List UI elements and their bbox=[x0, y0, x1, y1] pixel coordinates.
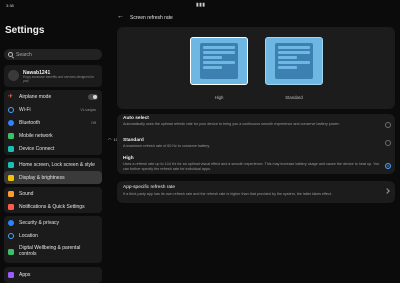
radio-auto-select[interactable] bbox=[385, 122, 391, 128]
radio-standard[interactable] bbox=[385, 140, 391, 146]
option-standard[interactable]: Standard A maximum refresh rate of 60 Hz… bbox=[123, 138, 385, 149]
sidebar-item-display-brightness[interactable]: Display & brightness bbox=[4, 171, 102, 184]
option-description: Uses a refresh rate up to 144 Hz for an … bbox=[123, 162, 380, 171]
sidebar-item-label: Home screen, Lock screen & style bbox=[19, 161, 95, 168]
sidebar-item-sound[interactable]: Sound bbox=[4, 187, 102, 200]
search-placeholder: Search bbox=[16, 51, 32, 58]
settings-sidebar: Settings Search Nawab1241 Enjoy exclusiv… bbox=[0, 10, 104, 283]
bluetooth-value: Off bbox=[91, 120, 96, 125]
notifications-icon bbox=[8, 203, 14, 210]
back-arrow-icon[interactable]: ← bbox=[117, 13, 124, 20]
high-preview-image[interactable] bbox=[190, 37, 248, 85]
radio-high-selected[interactable] bbox=[385, 163, 391, 169]
app-specific-title: App-specific refresh rate bbox=[123, 185, 175, 190]
app-specific-refresh-rate[interactable]: App-specific refresh rate If a third-par… bbox=[117, 181, 395, 203]
sidebar-item-bluetooth[interactable]: Bluetooth Off bbox=[4, 116, 102, 129]
status-bar: 3:38 ▮ ▮ ▮ ◠ 100% bbox=[0, 0, 400, 142]
sidebar-item-home-screen[interactable]: Home screen, Lock screen & style bbox=[4, 158, 102, 171]
sidebar-item-wifi[interactable]: Wi-Fi VI-vasjas bbox=[4, 103, 102, 116]
sidebar-item-device-connect[interactable]: Device Connect bbox=[4, 142, 102, 155]
sidebar-item-digital-wellbeing[interactable]: Digital Wellbeing & parental controls bbox=[4, 242, 102, 262]
option-title: Auto select bbox=[123, 116, 149, 121]
option-auto-select[interactable]: Auto select Automatically uses the optim… bbox=[123, 116, 385, 127]
account-subtitle: Enjoy exclusive benefits and services de… bbox=[23, 75, 95, 83]
device-connect-icon bbox=[8, 145, 14, 152]
sidebar-item-label: Security & privacy bbox=[19, 219, 60, 226]
chevron-right-icon bbox=[384, 188, 390, 194]
mobile-network-icon bbox=[8, 132, 14, 139]
option-title: High bbox=[123, 156, 134, 161]
sidebar-item-airplane-mode[interactable]: ✈ Airplane mode bbox=[4, 90, 102, 103]
sidebar-item-security[interactable]: Security & privacy bbox=[4, 216, 102, 229]
sidebar-item-label: Mobile network bbox=[19, 132, 53, 139]
apps-icon bbox=[8, 271, 14, 278]
home-screen-icon bbox=[8, 161, 14, 168]
clock: 3:38 bbox=[6, 3, 14, 8]
sound-group: Sound Notifications & Quick Settings bbox=[4, 187, 102, 213]
standard-preview-label: Standard bbox=[285, 95, 303, 100]
bluetooth-icon bbox=[8, 119, 14, 126]
security-icon bbox=[8, 219, 14, 226]
sidebar-item-label: Wi-Fi bbox=[19, 106, 31, 113]
high-preview-label: High bbox=[214, 95, 224, 100]
account-card[interactable]: Nawab1241 Enjoy exclusive benefits and s… bbox=[4, 65, 102, 87]
airplane-mode-toggle[interactable] bbox=[88, 93, 98, 100]
connectivity-group: ✈ Airplane mode Wi-Fi VI-vasjas Bluetoot… bbox=[4, 90, 102, 155]
display-icon bbox=[8, 174, 14, 181]
option-description: Automatically uses the optimal refresh r… bbox=[123, 122, 340, 126]
sidebar-item-notifications[interactable]: Notifications & Quick Settings bbox=[4, 200, 102, 213]
page-title: Settings bbox=[5, 25, 45, 36]
display-group: Home screen, Lock screen & style Display… bbox=[4, 158, 102, 184]
option-high[interactable]: High Uses a refresh rate up to 144 Hz fo… bbox=[123, 156, 385, 171]
sidebar-item-label: Display & brightness bbox=[19, 174, 65, 181]
sidebar-item-apps[interactable]: Apps bbox=[4, 268, 102, 281]
apps-group: Apps bbox=[4, 267, 102, 283]
refresh-rate-panel: ← Screen refresh rate High Standard Auto… bbox=[108, 10, 396, 283]
sidebar-item-label: Sound bbox=[19, 190, 34, 197]
sidebar-item-label: Device Connect bbox=[19, 145, 55, 152]
search-bar[interactable]: Search bbox=[4, 49, 102, 60]
sidebar-item-label: Apps bbox=[19, 271, 31, 278]
sidebar-item-label: Airplane mode bbox=[19, 93, 52, 100]
wifi-network-value: VI-vasjas bbox=[80, 107, 96, 112]
location-icon bbox=[8, 232, 14, 239]
refresh-rate-preview: High Standard bbox=[117, 27, 395, 109]
app-specific-description: If a third-party app has its own refresh… bbox=[123, 192, 333, 196]
wellbeing-icon bbox=[8, 249, 14, 255]
option-description: A maximum refresh rate of 60 Hz to conse… bbox=[123, 144, 211, 148]
sidebar-item-location[interactable]: Location bbox=[4, 229, 102, 242]
sound-icon bbox=[8, 190, 14, 197]
refresh-rate-options: Auto select Automatically uses the optim… bbox=[117, 114, 395, 174]
option-title: Standard bbox=[123, 138, 144, 143]
airplane-icon: ✈ bbox=[8, 93, 14, 100]
privacy-group: Security & privacy Location Digital Well… bbox=[4, 216, 102, 263]
wifi-icon bbox=[8, 106, 14, 113]
sidebar-item-label: Location bbox=[19, 232, 38, 239]
standard-preview-image[interactable] bbox=[265, 37, 323, 85]
sidebar-item-mobile-network[interactable]: Mobile network bbox=[4, 129, 102, 142]
sidebar-item-label: Bluetooth bbox=[19, 119, 41, 126]
sidebar-item-label: Notifications & Quick Settings bbox=[19, 203, 85, 210]
sidebar-item-label: Digital Wellbeing & parental controls bbox=[19, 245, 81, 257]
panel-title: Screen refresh rate bbox=[130, 15, 173, 21]
search-icon bbox=[8, 52, 13, 57]
avatar bbox=[8, 70, 19, 81]
